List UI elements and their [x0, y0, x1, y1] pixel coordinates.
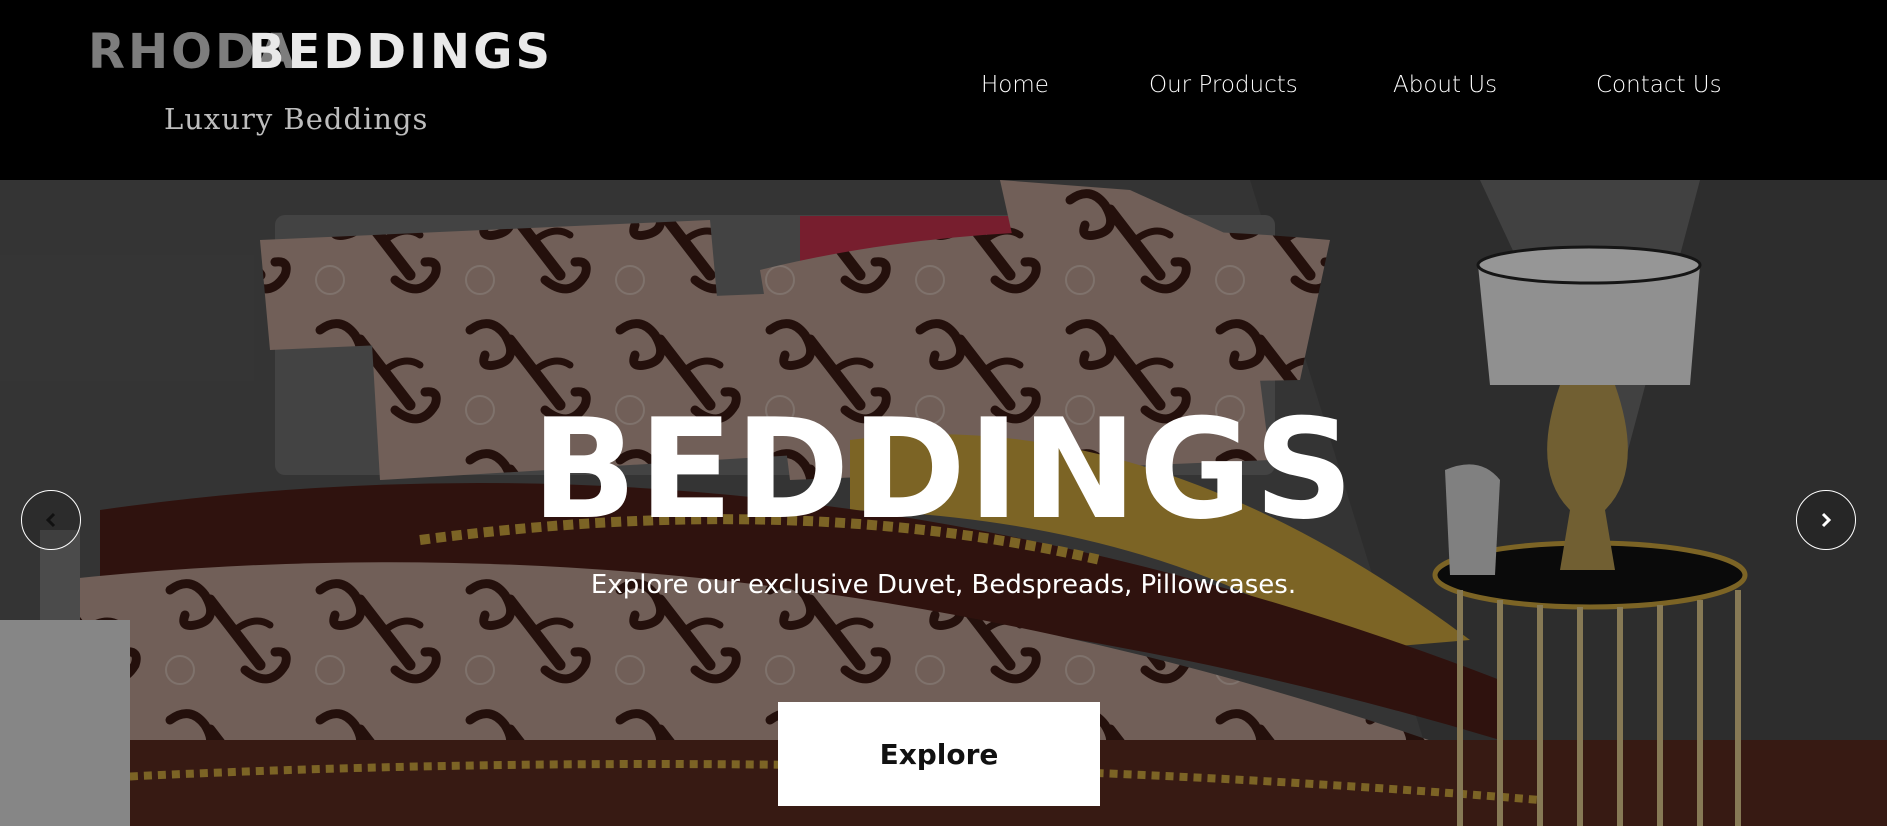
nav-item-contact-us[interactable]: Contact Us	[1596, 72, 1722, 98]
chevron-right-icon	[1821, 512, 1832, 528]
nav-item-home[interactable]: Home	[981, 72, 1049, 98]
hero-carousel: BEDDINGS Explore our exclusive Duvet, Be…	[0, 180, 1887, 826]
nav-item-our-products[interactable]: Our Products	[1149, 72, 1298, 98]
nav-item-about-us[interactable]: About Us	[1393, 72, 1497, 98]
main-nav: Home Our Products About Us Contact Us	[0, 72, 1887, 108]
brand-name-part2: BEDDINGS	[248, 24, 554, 80]
site-header: RHODA BEDDINGS Luxury Beddings Home Our …	[0, 0, 1887, 180]
hero-subtitle: Explore our exclusive Duvet, Bedspreads,…	[590, 570, 1297, 600]
explore-button[interactable]: Explore	[778, 702, 1100, 806]
carousel-next-button[interactable]	[1796, 490, 1856, 550]
hero-title: BEDDINGS	[531, 389, 1356, 550]
carousel-prev-button[interactable]	[21, 490, 81, 550]
chevron-left-icon	[45, 512, 56, 528]
